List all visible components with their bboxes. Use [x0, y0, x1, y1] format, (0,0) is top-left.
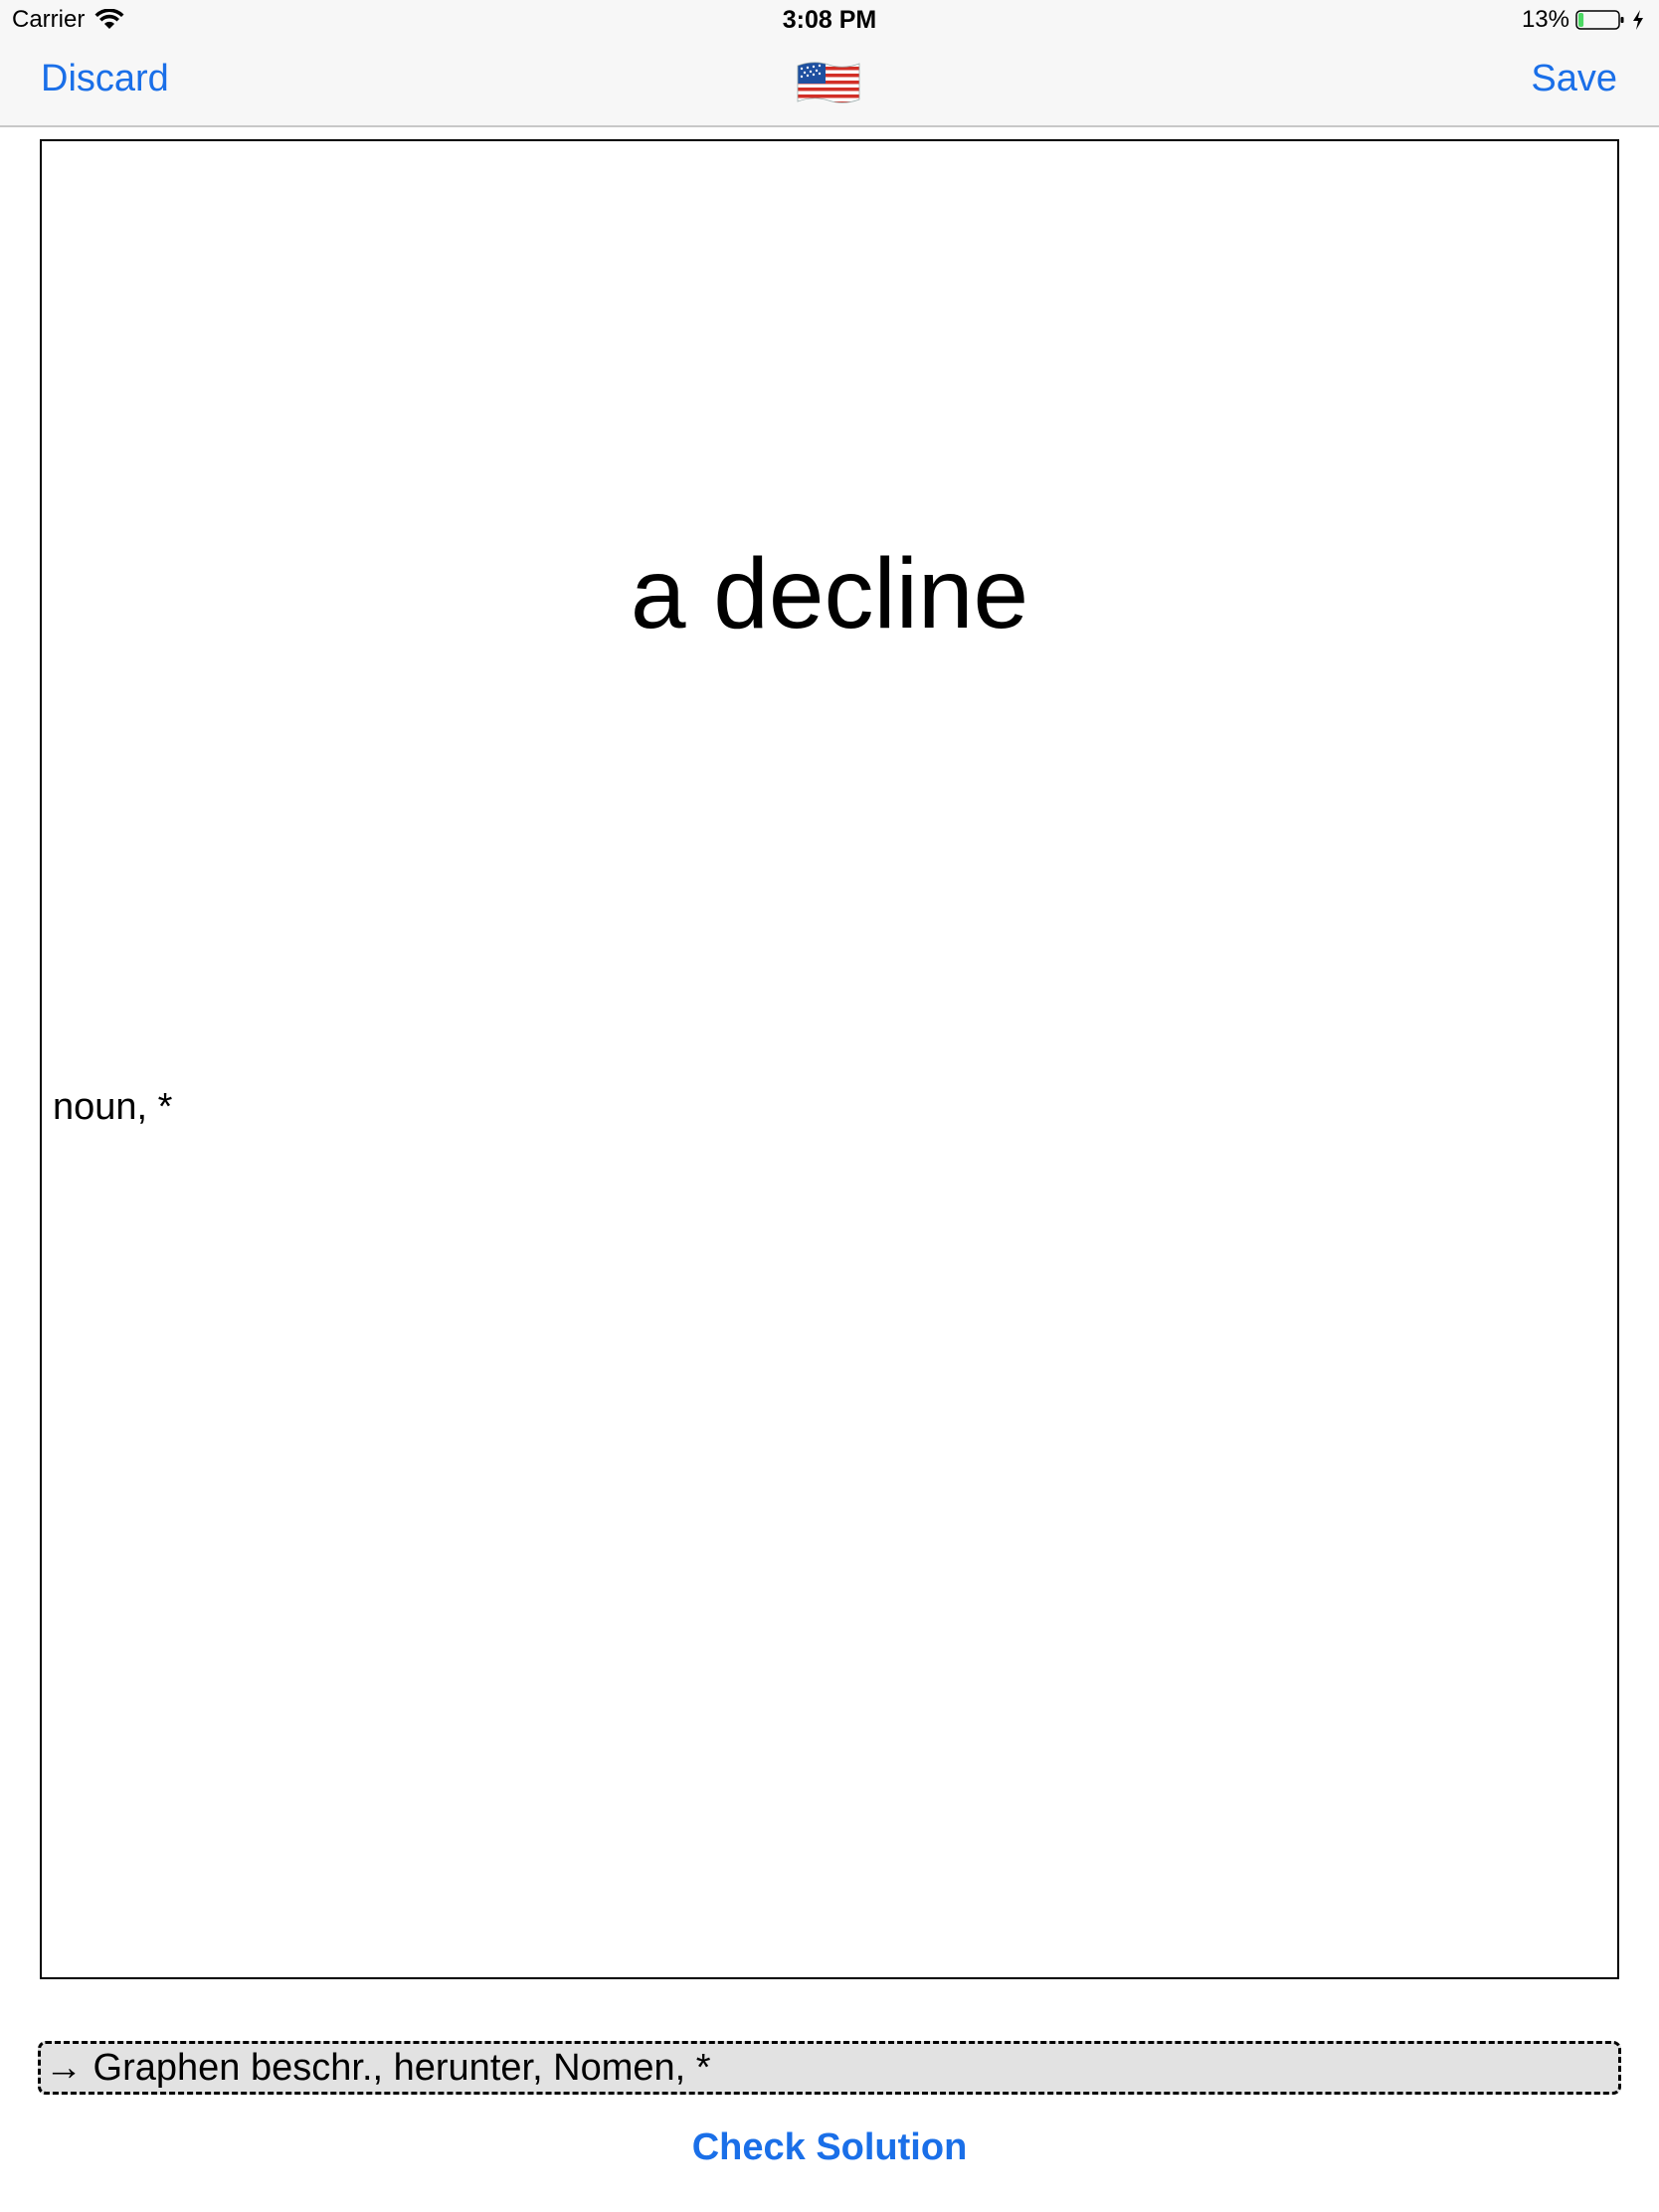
discard-button[interactable]: Discard — [41, 58, 169, 100]
top-bar: Carrier 3:08 PM 13% Discard Save — [0, 0, 1659, 127]
battery-percent: 13% — [1521, 6, 1569, 33]
save-button[interactable]: Save — [1531, 58, 1617, 100]
us-flag-icon[interactable] — [796, 60, 861, 105]
card-word-type: noun, * — [53, 1086, 173, 1128]
card-word: a decline — [630, 538, 1029, 649]
check-solution-button[interactable]: Check Solution — [0, 2126, 1659, 2169]
flashcard[interactable]: a decline noun, * — [40, 139, 1619, 1979]
battery-fill — [1578, 13, 1584, 27]
battery-icon — [1575, 10, 1624, 30]
charging-bolt-icon — [1633, 10, 1643, 30]
answer-input[interactable]: → Graphen beschr., herunter, Nomen, * — [38, 2041, 1621, 2095]
status-battery: 13% — [1522, 6, 1645, 34]
status-time: 3:08 PM — [782, 6, 877, 34]
